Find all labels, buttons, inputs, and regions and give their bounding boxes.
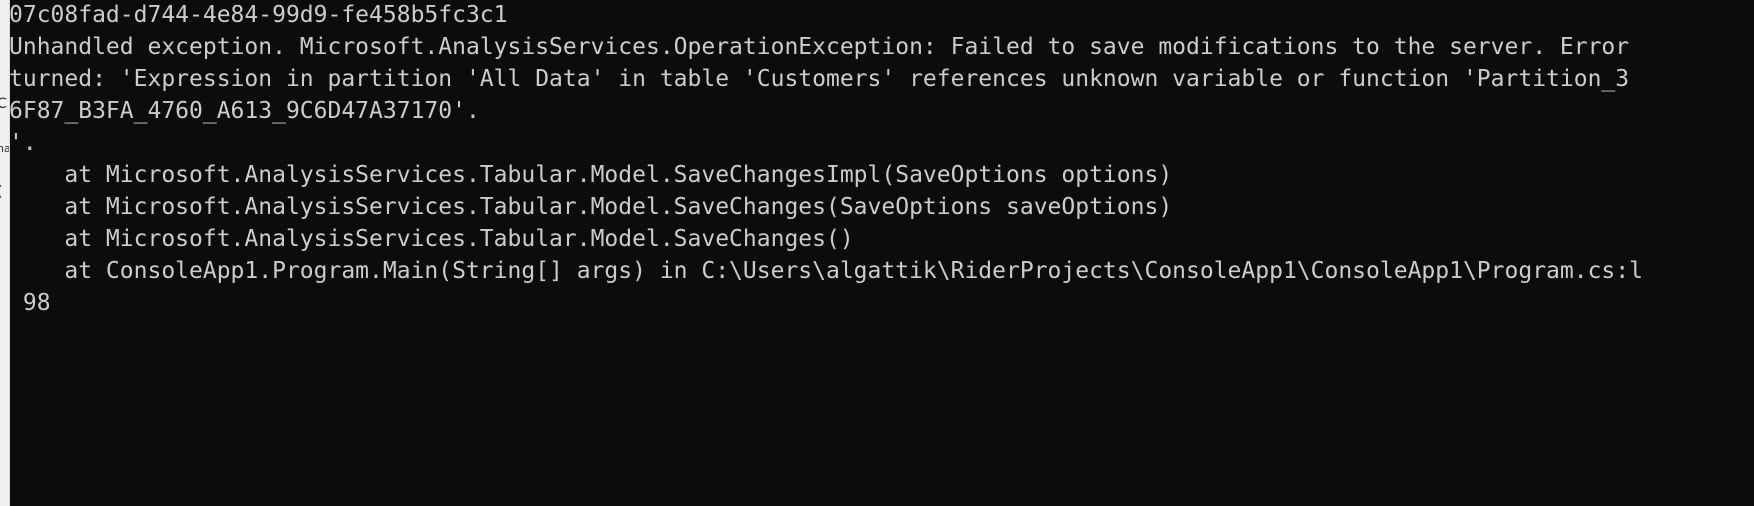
console-line-exception-detail: 6F87_B3FA_4760_A613_9C6D47A37170'. bbox=[9, 98, 480, 124]
console-line-stack-frame: at Microsoft.AnalysisServices.Tabular.Mo… bbox=[9, 226, 854, 252]
console-output[interactable]: 07c08fad-d744-4e84-99d9-fe458b5fc3c1 Unh… bbox=[9, 0, 1754, 506]
console-line-exception: Unhandled exception. Microsoft.AnalysisS… bbox=[9, 34, 1630, 60]
console-line-line-number: 98 bbox=[9, 290, 51, 316]
console-window[interactable]: C na ( 07c08fad-d744-4e84-99d9-fe458b5fc… bbox=[0, 0, 1754, 506]
console-line-stack-frame: at Microsoft.AnalysisServices.Tabular.Mo… bbox=[9, 194, 1173, 220]
partial-glyph: ( bbox=[0, 184, 2, 200]
console-line-guid: 07c08fad-d744-4e84-99d9-fe458b5fc3c1 bbox=[9, 2, 508, 28]
console-line-stack-frame: at ConsoleApp1.Program.Main(String[] arg… bbox=[9, 258, 1643, 284]
console-line-exception-detail: '. bbox=[9, 130, 37, 156]
partial-glyph: C bbox=[0, 96, 7, 112]
console-line-stack-frame: at Microsoft.AnalysisServices.Tabular.Mo… bbox=[9, 162, 1173, 188]
console-line-exception-detail: turned: 'Expression in partition 'All Da… bbox=[9, 66, 1630, 92]
